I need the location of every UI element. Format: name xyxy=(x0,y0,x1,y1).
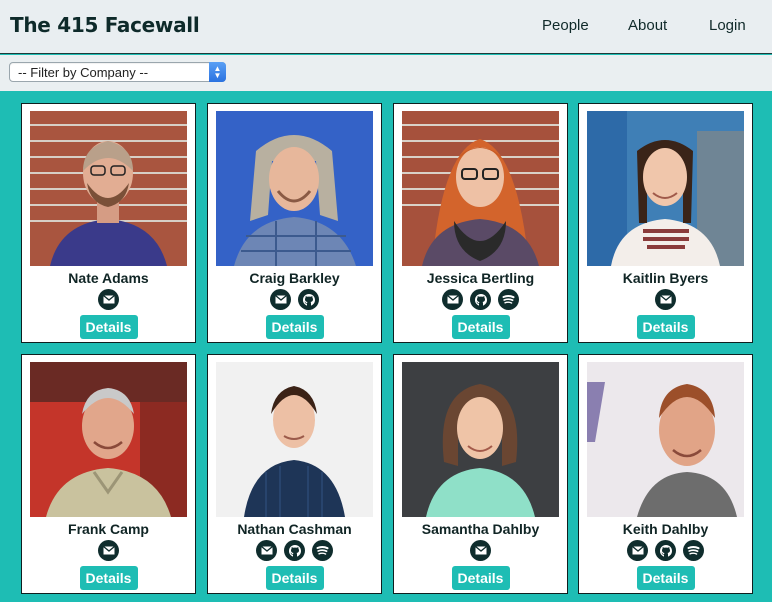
email-icon[interactable] xyxy=(655,289,676,310)
details-button[interactable]: Details xyxy=(451,315,510,339)
person-name: Samantha Dahlby xyxy=(421,521,540,537)
select-arrows-icon: ▲ ▼ xyxy=(209,62,226,82)
person-card: Nate Adams Details xyxy=(21,103,196,343)
person-name: Kaitlin Byers xyxy=(622,270,709,286)
github-icon[interactable] xyxy=(298,289,319,310)
nav-login-link[interactable]: Login xyxy=(709,17,746,34)
details-button[interactable]: Details xyxy=(636,566,695,590)
email-icon[interactable] xyxy=(270,289,291,310)
filter-bar: -- Filter by Company -- ▲ ▼ xyxy=(0,55,772,91)
person-card: Frank Camp Details xyxy=(21,354,196,594)
email-icon[interactable] xyxy=(98,540,119,561)
person-card: Craig Barkley Details xyxy=(207,103,382,343)
person-photo xyxy=(30,362,187,517)
email-icon[interactable] xyxy=(256,540,277,561)
person-photo xyxy=(216,111,373,266)
company-filter-select[interactable]: -- Filter by Company -- ▲ ▼ xyxy=(9,62,226,82)
contact-icons xyxy=(208,540,381,561)
person-card: Keith Dahlby Details xyxy=(578,354,753,594)
contact-icons xyxy=(208,289,381,310)
navbar: The 415 Facewall People About Login xyxy=(0,0,772,54)
person-name: Nate Adams xyxy=(68,270,149,286)
nav-people-link[interactable]: People xyxy=(542,17,589,34)
details-button[interactable]: Details xyxy=(79,315,138,339)
person-photo xyxy=(402,362,559,517)
contact-icons xyxy=(394,289,567,310)
contact-icons xyxy=(22,289,195,310)
person-photo xyxy=(587,111,744,266)
spotify-icon[interactable] xyxy=(498,289,519,310)
contact-icons xyxy=(579,540,752,561)
spotify-icon[interactable] xyxy=(683,540,704,561)
details-button[interactable]: Details xyxy=(636,315,695,339)
email-icon[interactable] xyxy=(470,540,491,561)
spotify-icon[interactable] xyxy=(312,540,333,561)
contact-icons xyxy=(22,540,195,561)
person-name: Jessica Bertling xyxy=(426,270,535,286)
person-photo xyxy=(30,111,187,266)
person-photo xyxy=(216,362,373,517)
email-icon[interactable] xyxy=(98,289,119,310)
contact-icons xyxy=(579,289,752,310)
nav-about-link[interactable]: About xyxy=(628,17,667,34)
person-card: Samantha Dahlby Details xyxy=(393,354,568,594)
company-filter-value: -- Filter by Company -- xyxy=(18,65,149,80)
email-icon[interactable] xyxy=(442,289,463,310)
details-button[interactable]: Details xyxy=(79,566,138,590)
github-icon[interactable] xyxy=(655,540,676,561)
person-photo xyxy=(402,111,559,266)
email-icon[interactable] xyxy=(627,540,648,561)
person-card: Jessica Bertling Details xyxy=(393,103,568,343)
app-title[interactable]: The 415 Facewall xyxy=(10,13,200,37)
person-card: Kaitlin Byers Details xyxy=(578,103,753,343)
person-photo xyxy=(587,362,744,517)
person-name: Craig Barkley xyxy=(249,270,340,286)
person-card: Nathan Cashman Details xyxy=(207,354,382,594)
github-icon[interactable] xyxy=(470,289,491,310)
person-name: Nathan Cashman xyxy=(237,521,352,537)
github-icon[interactable] xyxy=(284,540,305,561)
details-button[interactable]: Details xyxy=(265,566,324,590)
details-button[interactable]: Details xyxy=(451,566,510,590)
person-name: Frank Camp xyxy=(68,521,149,537)
person-name: Keith Dahlby xyxy=(622,521,709,537)
details-button[interactable]: Details xyxy=(265,315,324,339)
contact-icons xyxy=(394,540,567,561)
